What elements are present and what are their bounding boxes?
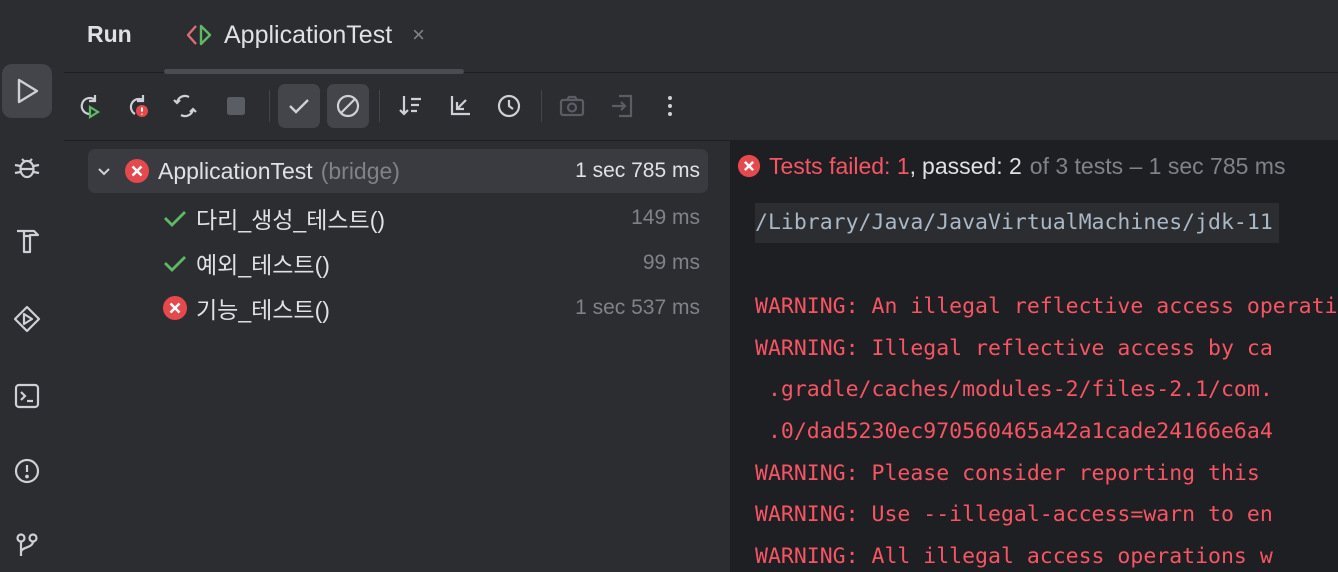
test-name: 기능_테스트() [196,297,330,323]
history-button[interactable] [489,84,531,128]
tab-application-test[interactable]: ApplicationTest × [184,18,425,52]
test-results-tree: ApplicationTest (bridge) 1 sec 785 ms 다리… [64,141,731,572]
tab-title: ApplicationTest [224,20,393,49]
hammer-icon [17,229,40,254]
debug-tool-button[interactable] [2,140,52,194]
rerun-failed-icon [129,95,148,117]
run-tool-window: Run ApplicationTest × ApplicationTest (b… [64,0,1338,572]
test-failed-icon [737,154,761,178]
chevron-down-icon[interactable] [94,161,114,181]
problems-tool-button[interactable] [2,444,52,498]
test-status-summary: Tests failed: 1 , passed: 2 of 3 tests –… [737,151,1285,181]
test-runner-toolbar [64,74,1338,141]
export-icon [612,94,633,118]
close-icon[interactable]: × [412,22,425,48]
console-output[interactable]: Tests failed: 1 , passed: 2 of 3 tests –… [731,141,1338,572]
console-line: .0/dad5230ec970560465a42a1cade24166e6a4 [755,418,1273,444]
collapse-icon [450,96,470,116]
terminal-icon [14,383,40,409]
tree-row[interactable]: 예외_테스트() 99 ms [88,241,708,285]
screenshot-button[interactable] [551,84,593,128]
services-icon [13,305,41,333]
toolbar-separator [269,90,270,122]
test-failed-icon [125,159,149,183]
collapse-button[interactable] [439,84,481,128]
test-duration: 149 ms [631,206,700,229]
problems-icon [14,458,40,484]
tree-row[interactable]: 다리_생성_테스트() 149 ms [88,196,708,240]
run-tool-button[interactable] [2,64,52,118]
tree-root-row[interactable]: ApplicationTest (bridge) 1 sec 785 ms [88,149,708,193]
console-line: .gradle/caches/modules-2/files-2.1/com. [755,377,1273,403]
stop-button[interactable] [215,84,257,128]
git-tool-button[interactable] [2,518,52,572]
test-name: 예외_테스트() [196,252,330,278]
check-icon [289,99,309,114]
root-test-duration: 1 sec 785 ms [575,159,700,182]
auto-test-icon [173,94,197,118]
rerun-failed-button[interactable] [116,84,158,128]
more-vertical-icon [668,96,672,116]
run-tool-title: Run [87,21,132,47]
console-lines: /Library/Java/JavaVirtualMachines/jdk-11… [755,203,1338,572]
tool-window-stripe [0,0,65,572]
show-ignored-button[interactable] [327,84,369,128]
rerun-icon [80,95,101,119]
console-line: WARNING: All illegal access operations w [755,543,1273,569]
run-tab-bar: Run ApplicationTest × [64,0,1338,74]
console-line: WARNING: Please consider reporting this [755,460,1260,486]
build-tool-button[interactable] [2,213,52,267]
toolbar-separator [379,90,380,122]
more-options-button[interactable] [649,84,691,128]
test-passed-icon [164,211,186,227]
console-line: WARNING: An illegal reflective access op… [755,294,1338,320]
sort-button[interactable] [389,84,431,128]
status-separator: , [909,152,917,179]
run-icon [17,78,39,104]
test-duration: 1 sec 537 ms [575,296,700,319]
root-test-name: ApplicationTest [158,157,313,184]
passed-count: passed: 2 [922,152,1022,179]
test-config-icon [186,24,212,46]
tree-row[interactable]: 기능_테스트() 1 sec 537 ms [88,286,708,330]
terminal-tool-button[interactable] [2,369,52,423]
console-line: WARNING: Use --illegal-access=warn to en [755,502,1273,528]
test-name: 다리_생성_테스트() [196,207,386,233]
stop-icon [227,97,245,115]
rerun-button[interactable] [68,84,110,128]
camera-icon [559,95,585,117]
ignored-icon [336,94,360,118]
history-icon [497,94,521,118]
show-passed-button[interactable] [278,84,320,128]
console-command-line: /Library/Java/JavaVirtualMachines/jdk-11 [755,203,1279,243]
services-tool-button[interactable] [2,292,52,346]
git-icon [16,533,38,556]
toggle-auto-test-button[interactable] [164,84,206,128]
failed-count: Tests failed: 1 [769,152,910,179]
status-detail: of 3 tests – 1 sec 785 ms [1029,152,1286,179]
test-failed-icon [163,296,187,320]
root-test-qualifier: (bridge) [320,157,400,184]
export-button[interactable] [601,84,643,128]
test-duration: 99 ms [642,251,700,274]
sort-icon [399,96,421,116]
toolbar-separator [541,90,542,122]
bug-icon [14,158,40,179]
test-passed-icon [164,256,186,272]
console-line: WARNING: Illegal reflective access by ca [755,335,1273,361]
